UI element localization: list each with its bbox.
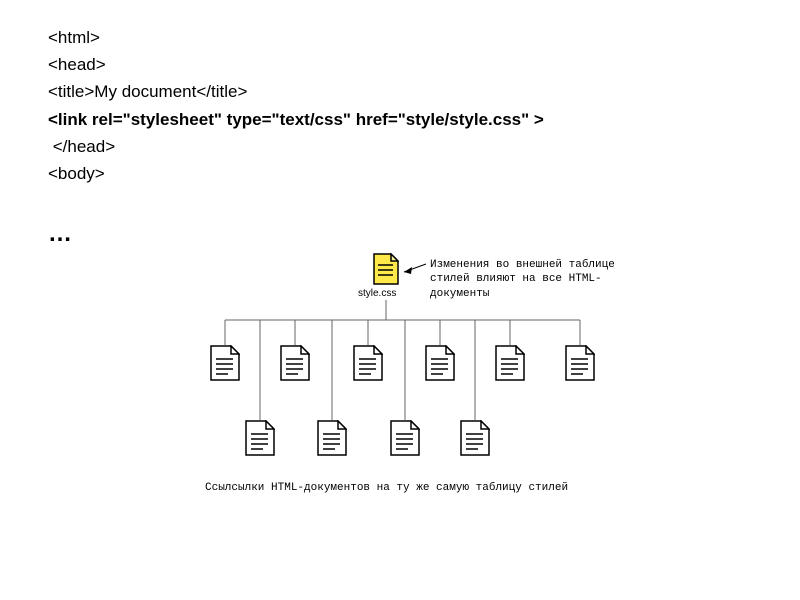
- html-document-icon: [245, 420, 275, 456]
- code-line-head-close: </head>: [48, 133, 544, 160]
- code-line-body-open: <body>: [48, 160, 544, 187]
- annotation-text: Изменения во внешней таблице стилей влия…: [430, 258, 710, 301]
- html-document-icon: [210, 345, 240, 381]
- ellipsis: …: [48, 220, 72, 248]
- code-line-head-open: <head>: [48, 51, 544, 78]
- html-document-icon: [460, 420, 490, 456]
- code-line-title: <title>My document</title>: [48, 78, 544, 105]
- code-block: <html> <head> <title>My document</title>…: [48, 24, 544, 187]
- html-document-icon: [280, 345, 310, 381]
- css-file-label: style.css: [358, 288, 396, 299]
- html-document-icon: [353, 345, 383, 381]
- diagram-caption: Ссылсылки HTML-документов на ту же самую…: [205, 482, 568, 494]
- html-document-icon: [390, 420, 420, 456]
- code-line-link-stylesheet: <link rel="stylesheet" type="text/css" h…: [48, 106, 544, 133]
- html-document-icon: [317, 420, 347, 456]
- code-line-html-open: <html>: [48, 24, 544, 51]
- html-document-icon: [425, 345, 455, 381]
- html-document-icon: [495, 345, 525, 381]
- css-file-icon: [373, 253, 399, 285]
- html-document-icon: [565, 345, 595, 381]
